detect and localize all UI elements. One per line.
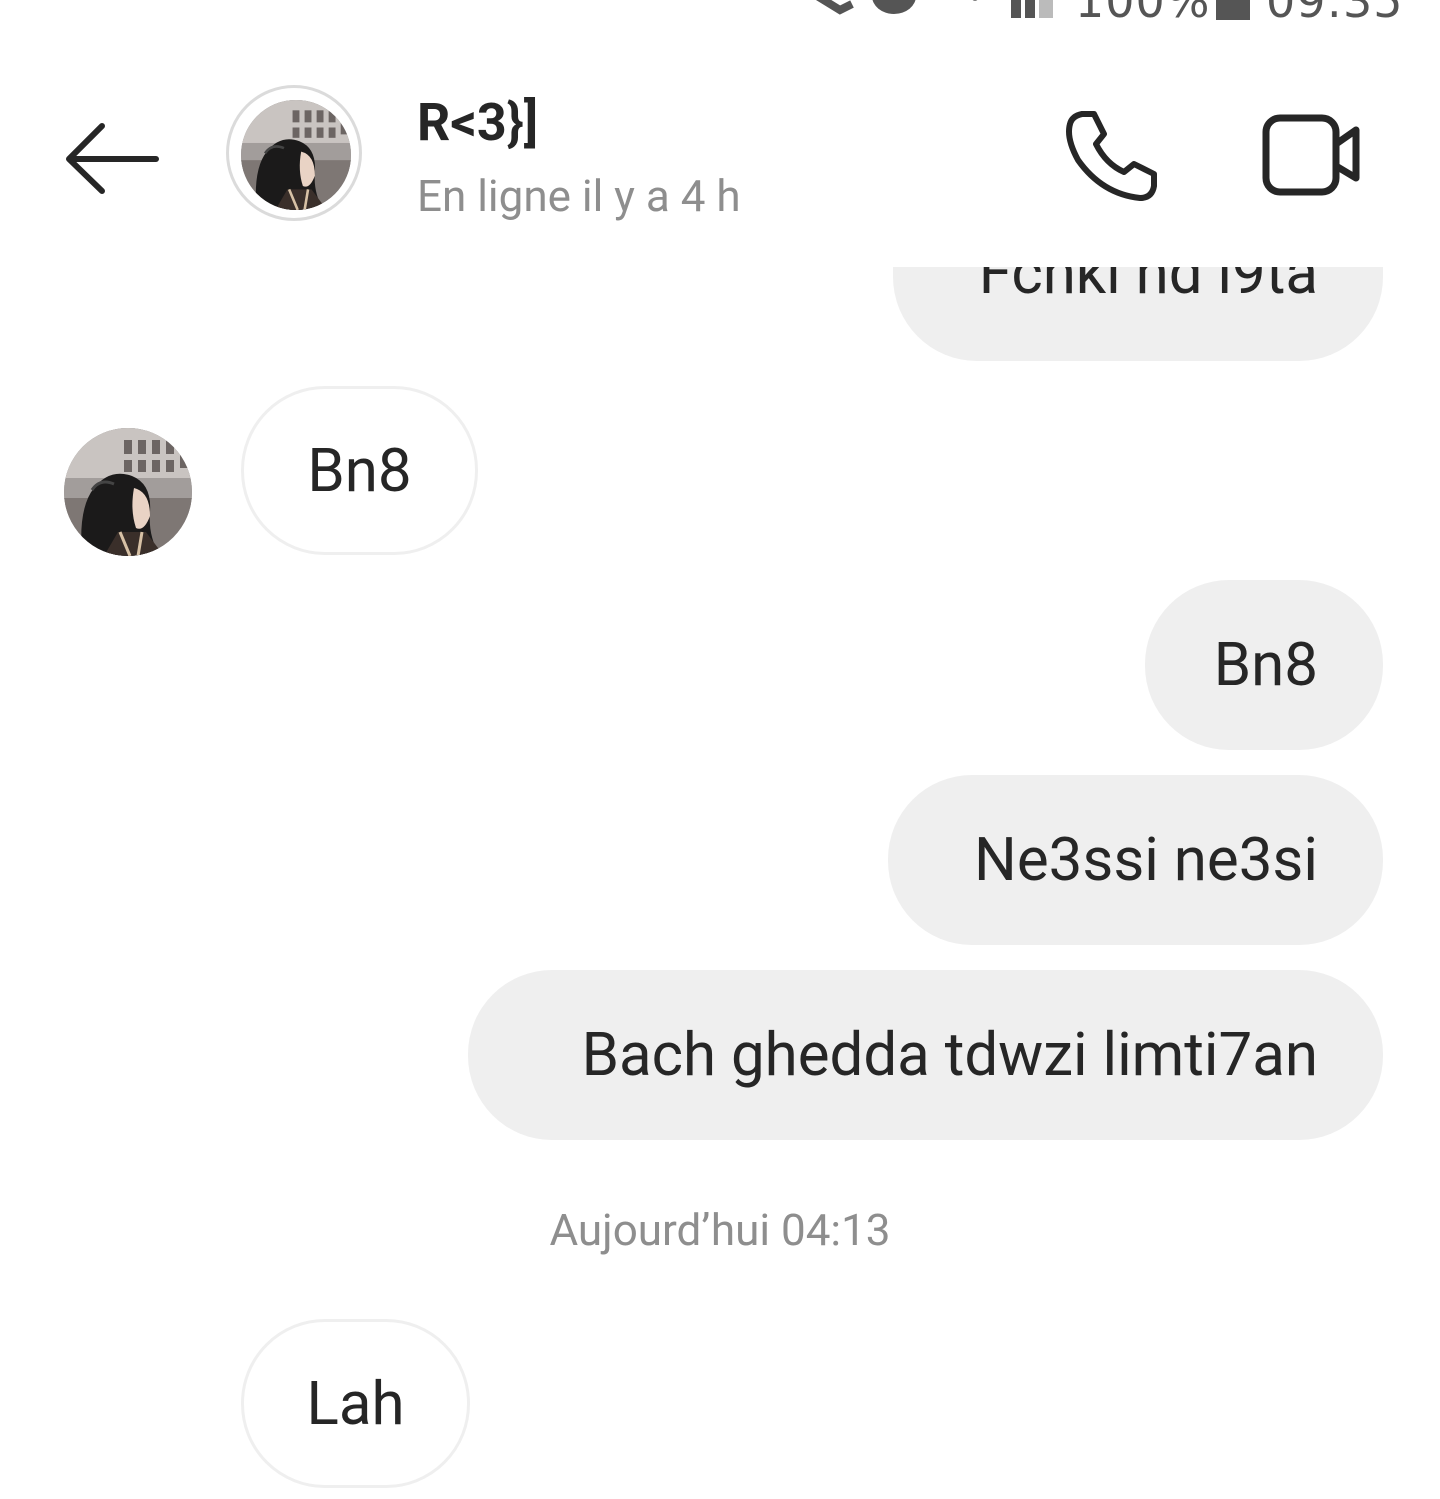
message-bubble-incoming[interactable]: Bn8 [241,386,478,555]
message-bubble-outgoing[interactable]: Bach ghedda tdwzi limti7an [468,970,1383,1140]
phone-icon [1066,111,1157,201]
status-bar: 100% 09:35 [0,0,1440,24]
mute-icon [815,0,854,15]
audio-call-button[interactable] [1062,108,1162,204]
message-bubble-outgoing[interactable]: Fchki hd l9ta [893,267,1383,361]
avatar-image [64,428,192,556]
message-text: Ne3ssi ne3si [974,824,1318,895]
video-call-button[interactable] [1258,110,1366,202]
message-text: Lah [306,1367,405,1439]
message-bubble-incoming[interactable]: Lah [241,1319,470,1488]
contact-name[interactable]: R<3}] [417,92,538,153]
message-text: Fchki hd l9ta [978,267,1318,308]
message-text: Bn8 [307,434,412,506]
timestamp-divider: Aujourd’hui 04:13 [549,1204,891,1256]
message-bubble-outgoing[interactable]: Ne3ssi ne3si [888,775,1383,945]
sender-avatar[interactable] [64,428,192,556]
message-bubble-outgoing[interactable]: Bn8 [1145,580,1383,750]
status-time: 09:35 [1266,0,1404,24]
battery-percent: 100% [1075,0,1211,24]
avatar-image [241,100,351,210]
back-button[interactable] [62,118,162,198]
back-arrow-icon [66,123,159,194]
signal-icon [972,0,1053,18]
contact-status: En ligne il y a 4 h [417,170,741,222]
contact-avatar[interactable] [241,100,351,210]
alarm-icon [872,0,916,14]
message-text: Bach ghedda tdwzi limti7an [581,1019,1318,1090]
message-text: Bn8 [1213,629,1318,700]
video-camera-icon [1262,114,1360,196]
battery-icon [1216,0,1250,20]
